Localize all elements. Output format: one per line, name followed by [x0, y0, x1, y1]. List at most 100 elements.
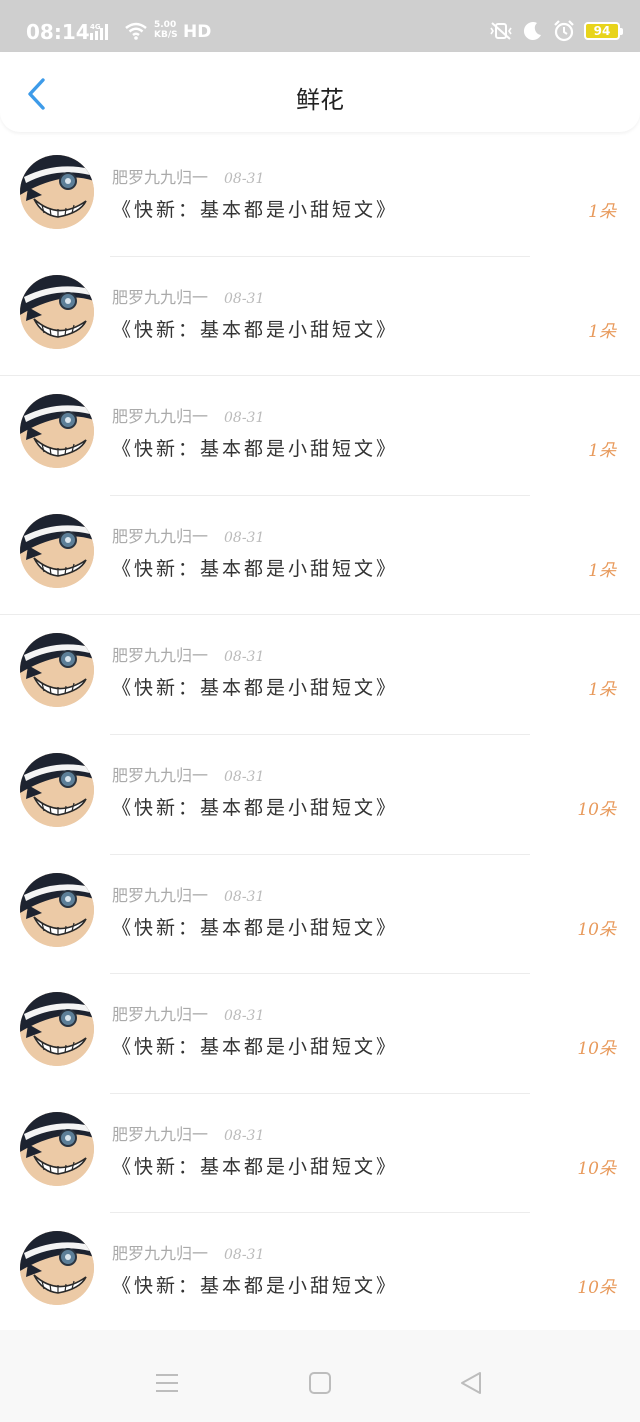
- name-line: 肥罗九九归一 08-31: [112, 1001, 264, 1025]
- user-name[interactable]: 肥罗九九归一: [112, 527, 208, 546]
- hd-indicator: HD: [183, 22, 212, 42]
- list-item[interactable]: 肥罗九九归一 08-31 《快新：基本都是小甜短文》 1朵: [0, 256, 640, 377]
- user-name[interactable]: 肥罗九九归一: [112, 168, 208, 187]
- avatar-image: [20, 872, 94, 947]
- flower-count: 10朵: [577, 799, 616, 820]
- user-name[interactable]: 肥罗九九归一: [112, 1125, 208, 1144]
- book-title[interactable]: 《快新：基本都是小甜短文》: [112, 673, 398, 700]
- menu-icon[interactable]: [154, 1370, 180, 1396]
- list-item[interactable]: 肥罗九九归一 08-31 《快新：基本都是小甜短文》 1朵: [0, 376, 640, 496]
- list-item[interactable]: 肥罗九九归一 08-31 《快新：基本都是小甜短文》 10朵: [0, 974, 640, 1094]
- network-speed: 5.00 KB/S: [154, 20, 178, 40]
- square-home-icon[interactable]: [307, 1370, 333, 1396]
- book-title[interactable]: 《快新：基本都是小甜短文》: [112, 1152, 398, 1179]
- avatar-image: [20, 633, 94, 708]
- network-speed-value: 5.00: [154, 20, 177, 30]
- avatar[interactable]: [20, 752, 94, 827]
- status-bar: 08:14 4G 5.00 KB/S HD 94: [0, 0, 640, 52]
- item-date: 08-31: [224, 768, 265, 785]
- book-title[interactable]: 《快新：基本都是小甜短文》: [112, 434, 398, 461]
- flower-count: 1朵: [588, 441, 616, 462]
- flower-count: 1朵: [588, 680, 616, 701]
- flower-count: 1朵: [588, 202, 616, 222]
- battery-indicator: 94: [584, 22, 623, 40]
- item-date: 08-31: [224, 649, 265, 666]
- book-title[interactable]: 《快新：基本都是小甜短文》: [112, 554, 398, 581]
- avatar[interactable]: [20, 274, 94, 349]
- avatar-image: [20, 513, 94, 588]
- avatar-image: [20, 394, 94, 469]
- user-name[interactable]: 肥罗九九归一: [112, 1005, 208, 1024]
- item-date: 08-31: [224, 410, 265, 427]
- moon-icon: [523, 22, 541, 41]
- user-name[interactable]: 肥罗九九归一: [112, 766, 208, 785]
- avatar-image: [20, 992, 94, 1067]
- book-title[interactable]: 《快新：基本都是小甜短文》: [112, 195, 398, 222]
- user-name[interactable]: 肥罗九九归一: [112, 288, 208, 307]
- name-line: 肥罗九九归一 08-31: [112, 1240, 264, 1264]
- avatar[interactable]: [20, 872, 94, 947]
- wifi-icon: [125, 22, 147, 40]
- list-item[interactable]: 肥罗九九归一 08-31 《快新：基本都是小甜短文》 10朵: [0, 854, 640, 975]
- alarm-clock-icon: [554, 20, 574, 42]
- item-date: 08-31: [224, 1247, 265, 1264]
- network-speed-unit: KB/S: [154, 30, 178, 40]
- user-name[interactable]: 肥罗九九归一: [112, 407, 208, 426]
- book-title[interactable]: 《快新：基本都是小甜短文》: [112, 1271, 398, 1298]
- avatar[interactable]: [20, 394, 94, 469]
- avatar-image: [20, 1231, 94, 1306]
- avatar[interactable]: [20, 1111, 94, 1186]
- name-line: 肥罗九九归一 08-31: [112, 523, 264, 547]
- item-date: 08-31: [224, 529, 265, 546]
- list-item[interactable]: 肥罗九九归一 08-31 《快新：基本都是小甜短文》 10朵: [0, 1093, 640, 1214]
- avatar[interactable]: [20, 992, 94, 1067]
- avatar-image: [20, 155, 94, 229]
- flower-count: 10朵: [577, 1039, 616, 1060]
- triangle-back-icon[interactable]: [458, 1370, 484, 1396]
- avatar[interactable]: [20, 1231, 94, 1306]
- item-date: 08-31: [224, 171, 265, 187]
- item-date: 08-31: [224, 1008, 265, 1025]
- avatar[interactable]: [20, 513, 94, 588]
- book-title[interactable]: 《快新：基本都是小甜短文》: [112, 1032, 398, 1059]
- name-line: 肥罗九九归一 08-31: [112, 284, 264, 308]
- book-title[interactable]: 《快新：基本都是小甜短文》: [112, 793, 398, 820]
- user-name[interactable]: 肥罗九九归一: [112, 1244, 208, 1263]
- flower-count: 1朵: [588, 560, 616, 581]
- user-name[interactable]: 肥罗九九归一: [112, 646, 208, 665]
- name-line: 肥罗九九归一 08-31: [112, 882, 264, 906]
- avatar-image: [20, 752, 94, 827]
- item-date: 08-31: [224, 888, 265, 905]
- network-type: 4G: [90, 23, 101, 31]
- name-line: 肥罗九九归一 08-31: [112, 403, 264, 427]
- name-line: 肥罗九九归一 08-31: [112, 642, 264, 666]
- book-title[interactable]: 《快新：基本都是小甜短文》: [112, 315, 398, 342]
- page-title: 鲜花: [296, 86, 344, 114]
- header-bar: 鲜花: [0, 52, 640, 132]
- flower-count: 10朵: [577, 1158, 616, 1179]
- avatar[interactable]: [20, 155, 94, 229]
- status-time: 08:14: [26, 20, 90, 44]
- status-icons: 94: [488, 19, 623, 43]
- name-line: 肥罗九九归一 08-31: [112, 164, 264, 188]
- name-line: 肥罗九九归一 08-31: [112, 1121, 264, 1145]
- list-item[interactable]: 肥罗九九归一 08-31 《快新：基本都是小甜短文》 1朵: [0, 495, 640, 616]
- avatar-image: [20, 274, 94, 349]
- flower-count: 10朵: [577, 919, 616, 940]
- flower-gift-list: 肥罗九九归一 08-31 《快新：基本都是小甜短文》 1朵 肥罗九九归一 08-31…: [0, 137, 640, 1333]
- list-item[interactable]: 肥罗九九归一 08-31 《快新：基本都是小甜短文》 10朵: [0, 734, 640, 855]
- flower-count: 1朵: [588, 321, 616, 342]
- user-name[interactable]: 肥罗九九归一: [112, 886, 208, 905]
- name-line: 肥罗九九归一 08-31: [112, 762, 264, 786]
- avatar[interactable]: [20, 633, 94, 708]
- list-item[interactable]: 肥罗九九归一 08-31 《快新：基本都是小甜短文》 1朵: [0, 137, 640, 257]
- system-nav-bar: [0, 1330, 640, 1422]
- item-date: 08-31: [224, 1127, 265, 1144]
- item-date: 08-31: [224, 290, 265, 307]
- book-title[interactable]: 《快新：基本都是小甜短文》: [112, 913, 398, 940]
- vibrate-off-icon: [490, 22, 512, 40]
- avatar-image: [20, 1111, 94, 1186]
- list-item[interactable]: 肥罗九九归一 08-31 《快新：基本都是小甜短文》 1朵: [0, 615, 640, 735]
- cellular-signal-icon: 4G: [90, 23, 108, 40]
- list-item[interactable]: 肥罗九九归一 08-31 《快新：基本都是小甜短文》 10朵: [0, 1213, 640, 1333]
